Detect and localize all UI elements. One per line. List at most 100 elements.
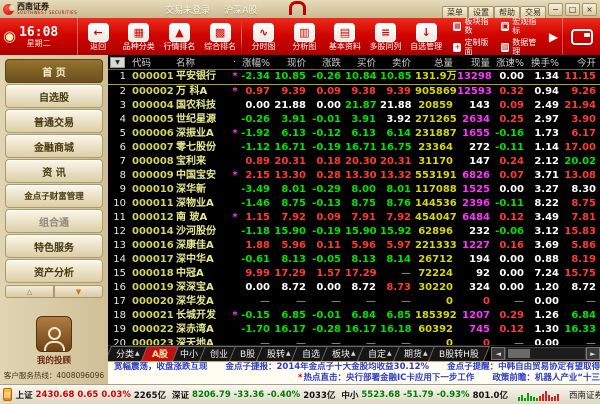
- column-header[interactable]: 代码: [130, 55, 174, 70]
- table-row[interactable]: 2000002万 科A*0.979.390.099.389.3990586912…: [108, 85, 600, 100]
- tab-scroll-right[interactable]: ►: [586, 347, 600, 360]
- toolbar-button-category[interactable]: ▦品种分类: [118, 18, 159, 55]
- index-change: -33.36: [234, 390, 264, 400]
- cell-chg: 0.00: [310, 99, 345, 113]
- index-shenzhen[interactable]: 深证8206.79-33.36-0.40%2033亿: [172, 389, 335, 401]
- column-header[interactable]: 买价: [345, 55, 380, 70]
- table-row[interactable]: 15000018中冠A9.9917.291.5717.29—72224920.0…: [108, 267, 600, 281]
- toolbar-button-analysis-chart[interactable]: ▥分析图: [284, 18, 325, 55]
- column-header[interactable]: 现量: [457, 55, 494, 70]
- stock-name: 深中华A: [174, 253, 230, 267]
- toolbar-more-button[interactable]: ▶: [545, 18, 562, 55]
- table-row[interactable]: 12000014沙河股份-1.1815.90-0.1915.9015.92628…: [108, 225, 600, 239]
- toolbar-button-composite-ranking[interactable]: ▩综合排名: [200, 18, 241, 55]
- sidebar-item-asset-analysis[interactable]: 资产分析: [5, 259, 103, 283]
- column-header[interactable]: 卖价: [380, 55, 415, 70]
- cell-speed: 0.16: [494, 239, 528, 253]
- column-header[interactable]: 名称: [174, 55, 230, 70]
- table-row[interactable]: 16000019深深宝A0.008.720.008.728.7330220324…: [108, 281, 600, 295]
- toolbar-button-ranking[interactable]: ▲行情排名: [159, 18, 200, 55]
- close-button[interactable]: ×: [582, 3, 597, 16]
- table-row[interactable]: 4000005世纪星源-0.263.91-0.013.913.922712652…: [108, 113, 600, 127]
- sidebar-scroll-down[interactable]: ▼: [54, 285, 103, 298]
- tab-scroll-left[interactable]: ◄: [491, 347, 505, 360]
- cell-chg: -0.29: [310, 183, 345, 197]
- stock-code: 000004: [130, 99, 174, 113]
- toolbar-button-multi-stock[interactable]: ≡多股同列: [365, 18, 406, 55]
- toolbar-button-back[interactable]: ←返回: [78, 18, 119, 55]
- cell-bid: 8.75: [345, 197, 380, 211]
- sidebar-item-wealth[interactable]: 金点子财富管理: [5, 184, 103, 208]
- toolbar-button-sector-index[interactable]: ▦板块指数: [453, 17, 493, 35]
- table-row[interactable]: 13000016深康佳A1.885.960.115.965.9722133312…: [108, 239, 600, 253]
- column-header[interactable]: 涨幅%: [240, 55, 274, 70]
- toolbar-button-watchlist-manage[interactable]: ↓自选管理: [406, 18, 447, 55]
- table-row[interactable]: 14000017深中华A-0.618.13-0.058.138.14267121…: [108, 253, 600, 267]
- table-row[interactable]: 7000008宝利来0.8920.310.1820.3020.313117014…: [108, 155, 600, 169]
- column-header[interactable]: 现价: [274, 55, 310, 70]
- column-header[interactable]: 今开: [563, 55, 600, 70]
- stock-marker: [230, 337, 240, 345]
- sidebar-item-services[interactable]: 特色服务: [5, 234, 103, 258]
- sidebar-item-portfolio[interactable]: 组合通: [5, 209, 103, 233]
- table-row[interactable]: 8000009中国宝安*2.1513.300.2813.3013.3255319…: [108, 169, 600, 183]
- stock-marker: *: [230, 85, 240, 100]
- toolbar-button-fundamentals[interactable]: ▤基本资料: [325, 18, 366, 55]
- sidebar-scroll-up[interactable]: △: [5, 285, 54, 298]
- toolbar-button-macro-indicator[interactable]: ▣宏观指标: [501, 17, 541, 35]
- index-value: 8206.79: [192, 390, 231, 400]
- candle-chart-icon: ▥: [294, 23, 315, 42]
- window-title: 交易未登录 沪深A股: [165, 3, 257, 16]
- cell-pct_chg: —: [240, 295, 274, 309]
- tab-a-share[interactable]: A股: [141, 346, 179, 361]
- sidebar-item-watchlist[interactable]: 自选股: [5, 84, 103, 108]
- minimize-button[interactable]: −: [548, 3, 563, 16]
- cell-cur_vol: 2634: [457, 113, 494, 127]
- table-row[interactable]: 19000022深赤湾A-1.7016.17-0.2816.1716.18603…: [108, 323, 600, 337]
- tab-b-to-h[interactable]: B股转H股: [428, 346, 490, 361]
- row-number: 11: [108, 211, 130, 225]
- index-sme[interactable]: 中小5523.68-51.79-0.93%801.0亿: [341, 389, 508, 401]
- toolbar-button-data-manage[interactable]: ▧数据管理: [501, 38, 541, 56]
- cell-price: 21.88: [274, 99, 310, 113]
- column-header[interactable]: 涨跌: [310, 55, 345, 70]
- table-row[interactable]: 17000020深华发A—————00—0.00—: [108, 295, 600, 309]
- toolbar-button-custom-layout[interactable]: +定制版面: [453, 38, 493, 56]
- corner-filter-button[interactable]: ▼: [108, 55, 130, 70]
- table-row[interactable]: 9000010深华新-3.498.01-0.298.008.0111708815…: [108, 183, 600, 197]
- column-header[interactable]: 换手%: [528, 55, 563, 70]
- column-header[interactable]: ·: [230, 55, 240, 70]
- table-row[interactable]: 20000023深天地A—————00—0.00—: [108, 337, 600, 345]
- cell-ask: —: [380, 337, 415, 345]
- table-row[interactable]: 18000021长城开发*-0.156.85-0.016.846.8518539…: [108, 309, 600, 323]
- sidebar-item-mall[interactable]: 金融商城: [5, 134, 103, 158]
- table-row[interactable]: 6000007零七股份-1.1216.71-0.1916.7116.752336…: [108, 141, 600, 155]
- cell-volume: 185392: [415, 309, 457, 323]
- cell-bid: 16.71: [345, 141, 380, 155]
- sidebar-item-news[interactable]: 资 讯: [5, 159, 103, 183]
- cell-volume: 60392: [415, 323, 457, 337]
- cell-cur_vol: 6484: [457, 211, 494, 225]
- panel-toggle-button[interactable]: [562, 18, 600, 55]
- stock-marker: *: [230, 70, 240, 85]
- table-row[interactable]: 3000004国农科技0.0021.880.0021.8721.88208591…: [108, 99, 600, 113]
- cell-speed: 0.00: [494, 281, 528, 295]
- table-row[interactable]: 10000011深物业A-1.468.75-0.138.758.76144536…: [108, 197, 600, 211]
- status-app-icon[interactable]: ▤: [3, 388, 12, 401]
- tab-scroll-track[interactable]: [505, 347, 586, 360]
- toolbar-button-intraday-chart[interactable]: ∿分时图: [243, 18, 284, 55]
- column-header[interactable]: 总量: [415, 55, 457, 70]
- sidebar-item-home[interactable]: 首 页: [5, 59, 103, 83]
- tab-scroll-thumb[interactable]: [508, 349, 530, 358]
- table-row[interactable]: 5000006深振业A*-1.926.13-0.126.136.14231887…: [108, 127, 600, 141]
- column-header[interactable]: 涨速%: [494, 55, 528, 70]
- trend-bar: [539, 396, 541, 401]
- index-shanghai[interactable]: 上证2430.680.650.03%2265亿: [16, 389, 166, 401]
- cell-volume: 0: [415, 295, 457, 309]
- table-row[interactable]: 1000001平安银行*-2.3410.85-0.2610.8410.85131…: [108, 70, 600, 85]
- stock-code: 000001: [130, 70, 174, 85]
- advisor-avatar[interactable]: [36, 316, 72, 352]
- sidebar-item-trading[interactable]: 普通交易: [5, 109, 103, 133]
- table-row[interactable]: 11000012南 玻A*1.157.920.097.917.924540476…: [108, 211, 600, 225]
- maximize-button[interactable]: □: [565, 3, 580, 16]
